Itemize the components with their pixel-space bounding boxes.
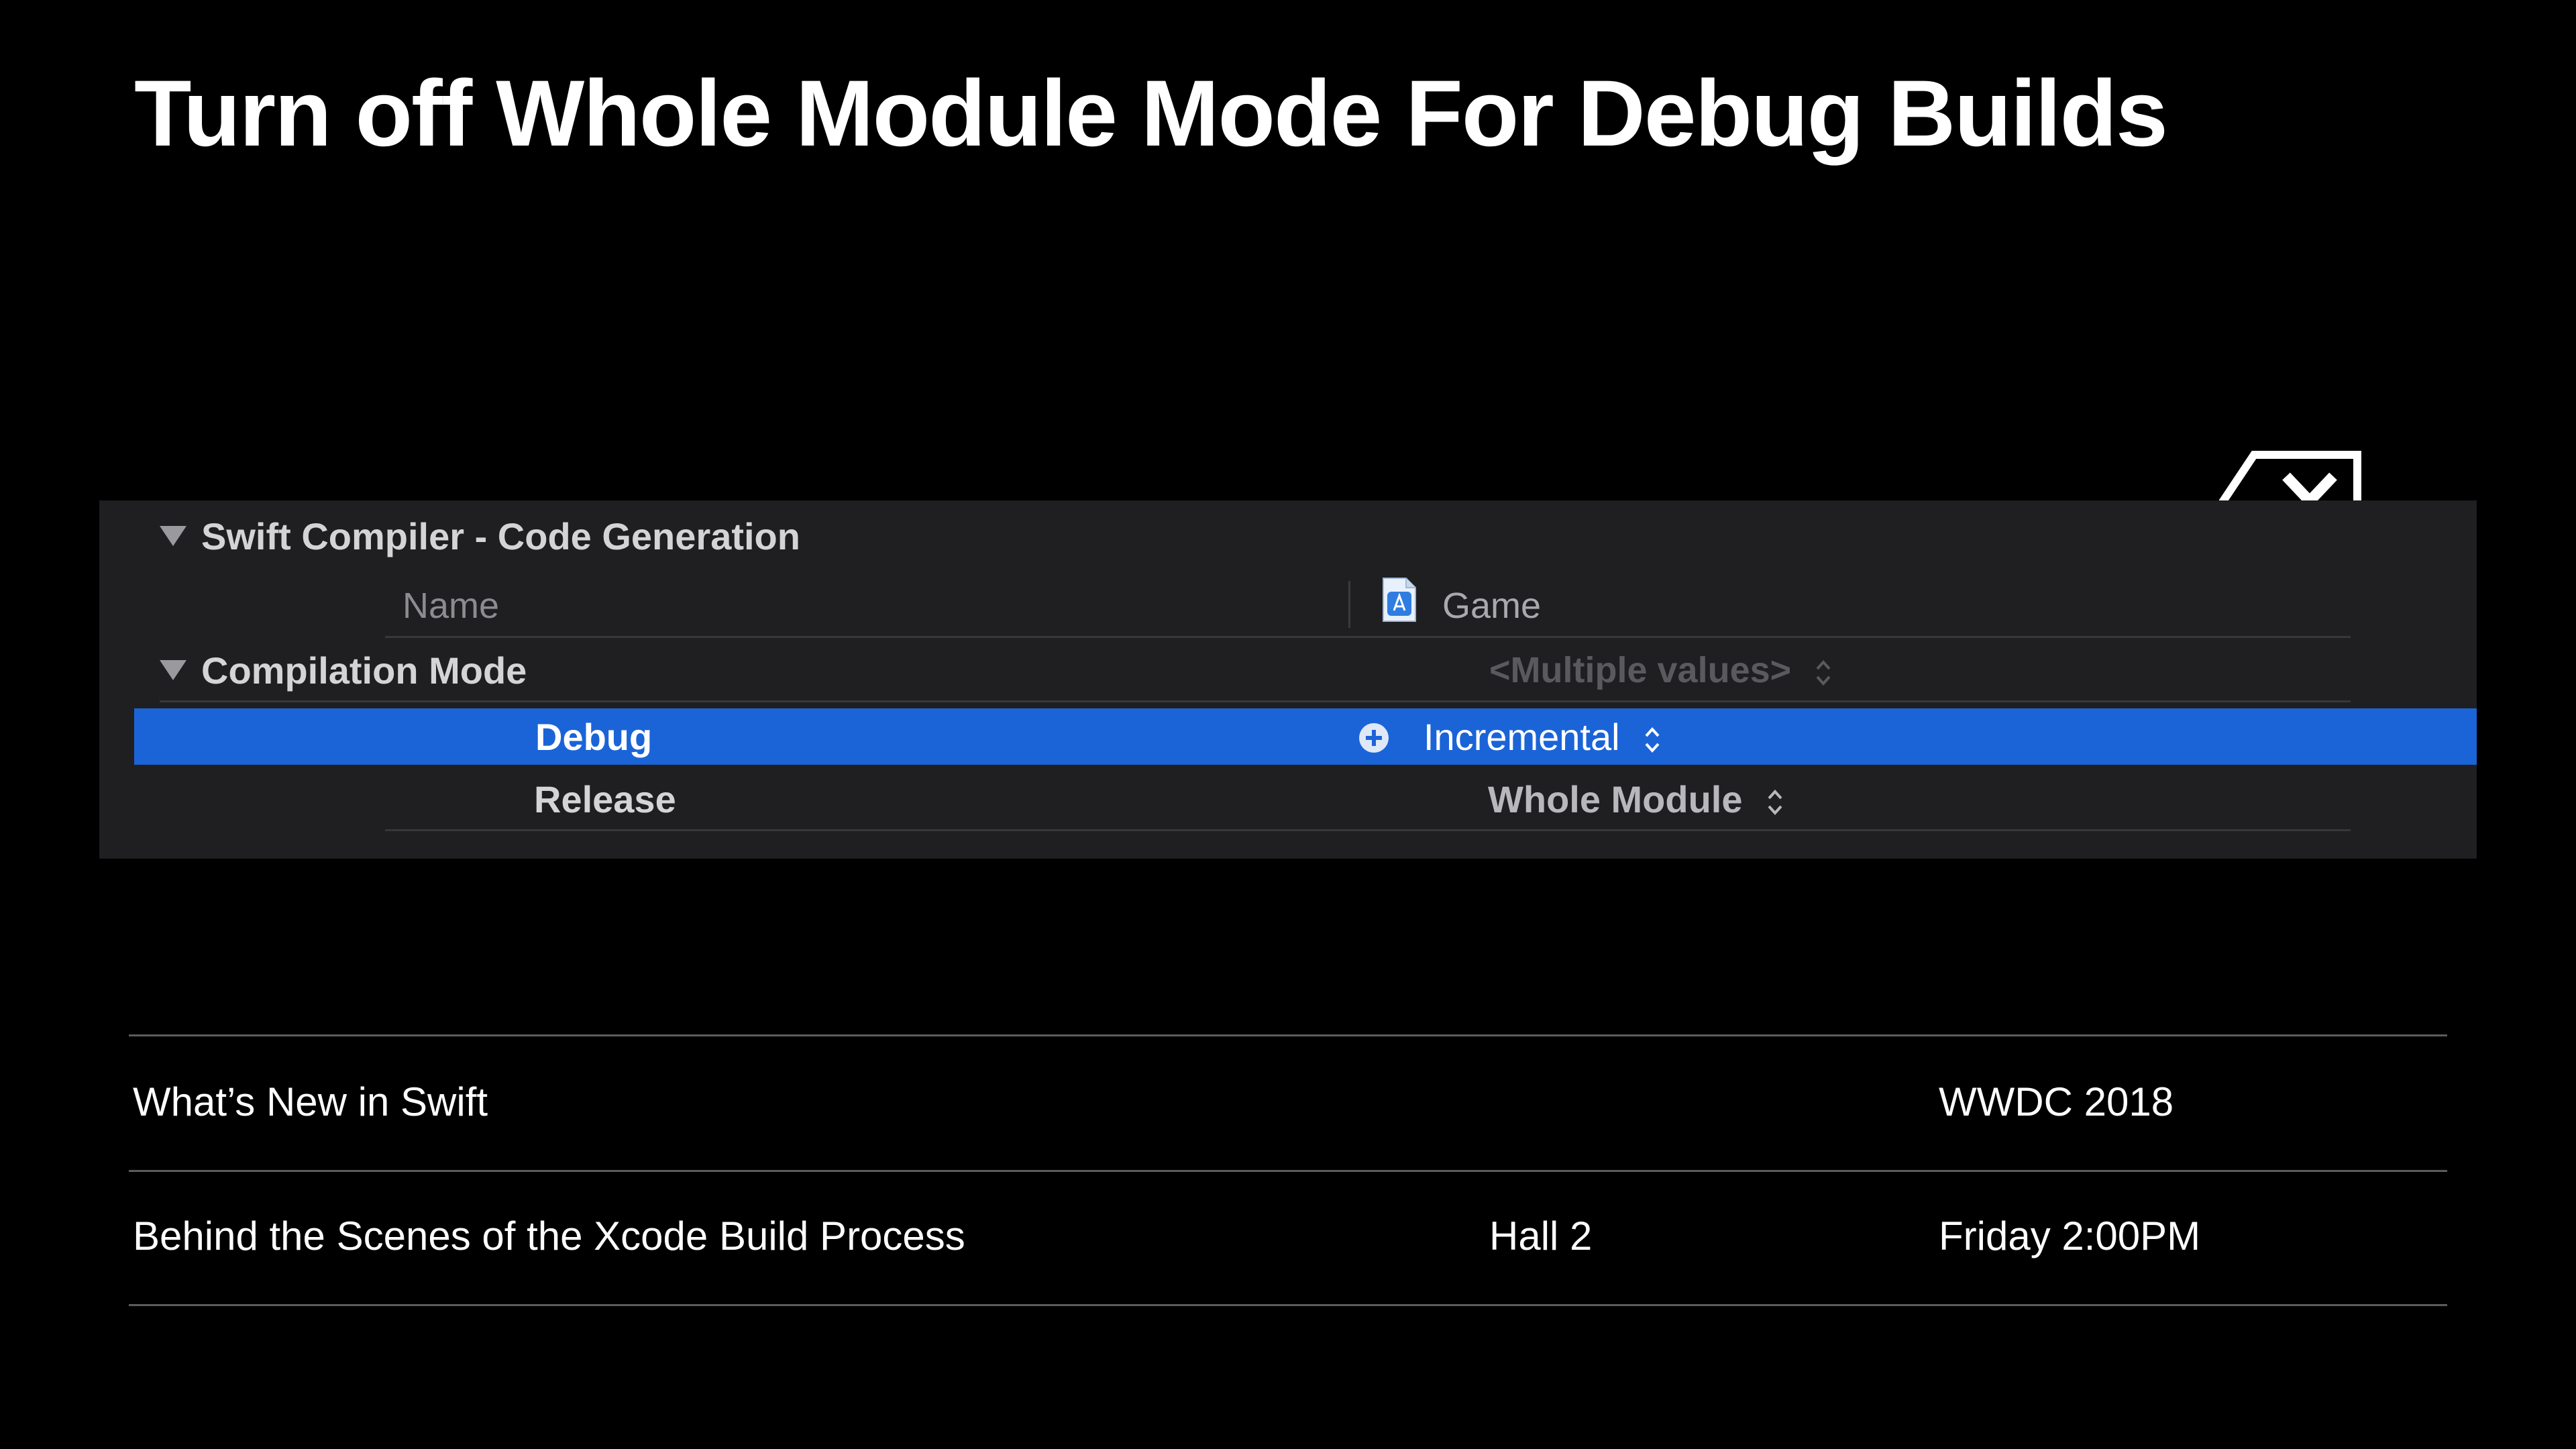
session-title: What’s New in Swift [133, 1079, 488, 1124]
setting-row-compilation-mode[interactable]: Compilation Mode <Multiple values> [160, 640, 2351, 702]
column-header-row: Name Game [385, 574, 2351, 638]
config-label-debug: Debug [535, 715, 653, 758]
disclosure-triangle-icon[interactable] [160, 526, 186, 546]
column-target-header[interactable]: Game [1442, 585, 1541, 627]
section-header[interactable]: Swift Compiler - Code Generation [160, 513, 800, 559]
slide-title: Turn off Whole Module Mode For Debug Bui… [134, 60, 2168, 166]
setting-value[interactable]: <Multiple values> [1489, 649, 1833, 691]
column-divider[interactable] [1348, 581, 1350, 628]
divider [129, 1034, 2447, 1036]
config-value-debug[interactable]: Incremental [1424, 715, 1662, 759]
app-target-icon [1383, 578, 1416, 622]
session-time: Friday 2:00PM [1939, 1214, 2201, 1258]
divider [129, 1170, 2447, 1172]
config-label-release: Release [534, 777, 676, 820]
session-time: WWDC 2018 [1939, 1079, 2174, 1124]
column-name-header[interactable]: Name [402, 585, 499, 627]
session-title: Behind the Scenes of the Xcode Build Pro… [133, 1214, 965, 1258]
up-down-chevron-icon[interactable] [1813, 655, 1833, 690]
session-location: Hall 2 [1489, 1214, 1593, 1258]
build-settings-panel: Swift Compiler - Code Generation Name Ga… [99, 500, 2477, 859]
setting-row-debug[interactable]: Debug Incremental [134, 708, 2477, 765]
setting-row-release[interactable]: Release Whole Module [385, 769, 2351, 831]
divider [129, 1304, 2447, 1306]
up-down-chevron-icon[interactable] [1765, 785, 1785, 820]
config-value-release[interactable]: Whole Module [1488, 777, 1785, 821]
setting-label: Compilation Mode [201, 649, 527, 692]
disclosure-triangle-icon[interactable] [160, 660, 186, 680]
section-title: Swift Compiler - Code Generation [201, 515, 800, 557]
up-down-chevron-icon[interactable] [1642, 722, 1662, 757]
plus-circle-icon[interactable] [1358, 722, 1390, 754]
